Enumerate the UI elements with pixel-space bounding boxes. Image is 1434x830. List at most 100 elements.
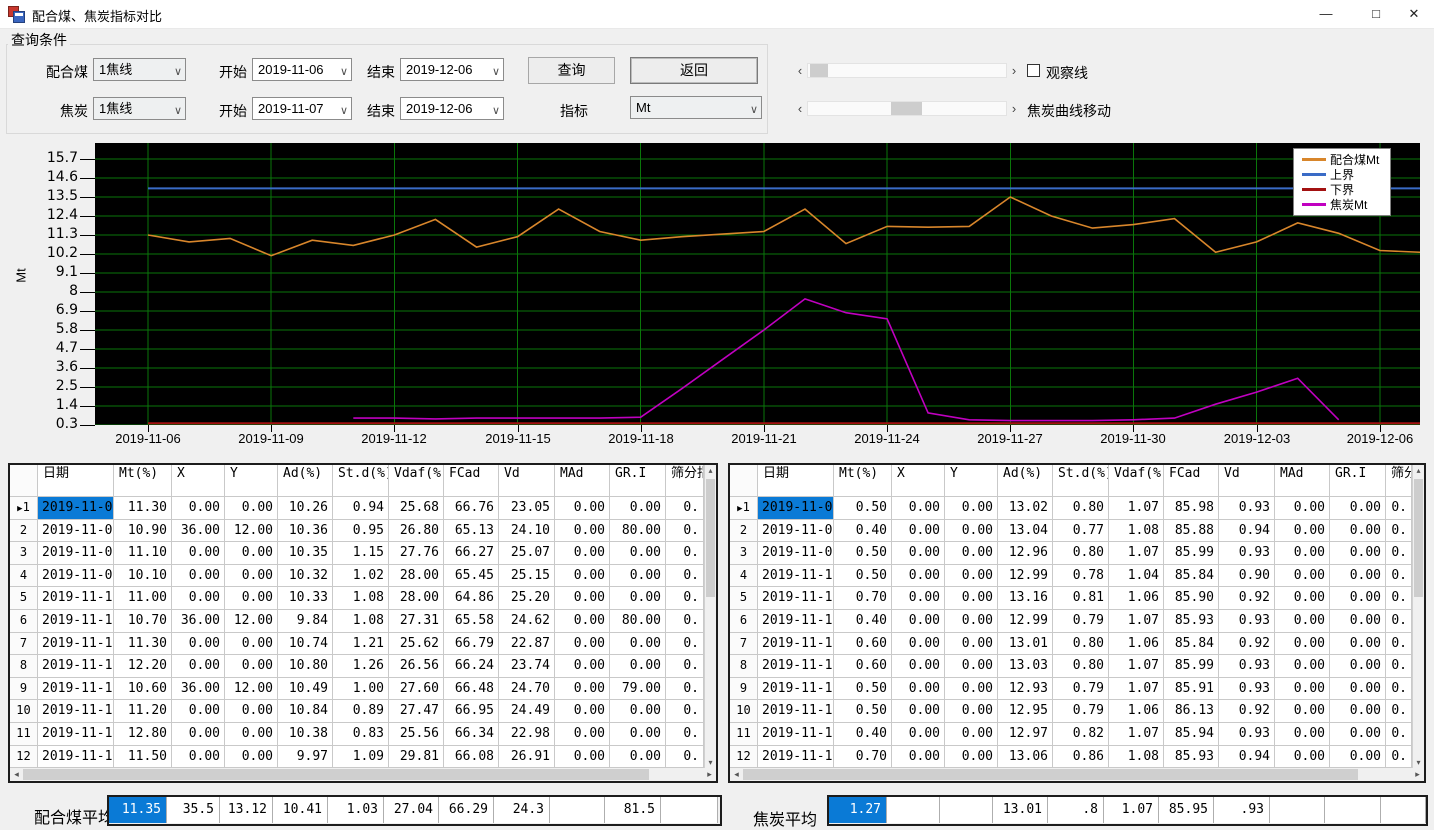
row-header[interactable]: 8 bbox=[10, 655, 38, 678]
value-cell[interactable]: 0.77 bbox=[1053, 520, 1109, 543]
row-header[interactable]: 5 bbox=[730, 587, 758, 610]
column-header[interactable]: 筛分指数 bbox=[666, 465, 704, 497]
date-cell[interactable]: 2019-11-15 bbox=[38, 700, 114, 723]
value-cell[interactable]: 1.06 bbox=[1109, 700, 1164, 723]
value-cell[interactable]: 10.70 bbox=[114, 610, 172, 633]
value-cell[interactable]: 10.90 bbox=[114, 520, 172, 543]
table-vertical-scrollbar[interactable]: ▴▾ bbox=[1412, 465, 1424, 768]
table-row[interactable]: 42019-11-0910.100.000.0010.321.0228.0065… bbox=[10, 565, 716, 588]
value-cell[interactable]: 24.10 bbox=[499, 520, 555, 543]
value-cell[interactable]: 65.58 bbox=[444, 610, 499, 633]
scroll-down-icon[interactable]: ▾ bbox=[705, 758, 716, 767]
table-row[interactable]: 52019-11-1011.000.000.0010.331.0828.0064… bbox=[10, 587, 716, 610]
date-cell[interactable]: 2019-11-12 bbox=[38, 633, 114, 656]
value-cell[interactable]: 0.00 bbox=[225, 633, 278, 656]
table-row[interactable]: 72019-11-130.600.000.0013.010.801.0685.8… bbox=[730, 633, 1424, 656]
value-cell[interactable]: 25.68 bbox=[389, 497, 444, 520]
value-cell[interactable]: 0. bbox=[666, 497, 704, 520]
value-cell[interactable]: 0.00 bbox=[1275, 678, 1330, 701]
value-cell[interactable]: 10.74 bbox=[278, 633, 333, 656]
value-cell[interactable]: 25.07 bbox=[499, 542, 555, 565]
value-cell[interactable]: 0.00 bbox=[555, 746, 610, 769]
scrollbar-thumb[interactable] bbox=[1414, 479, 1423, 597]
row-header[interactable]: 2 bbox=[10, 520, 38, 543]
row-header[interactable]: 4 bbox=[730, 565, 758, 588]
value-cell[interactable]: 0.00 bbox=[892, 633, 945, 656]
value-cell[interactable]: 0.00 bbox=[225, 655, 278, 678]
scrollbar-track[interactable] bbox=[807, 101, 1007, 116]
row-header[interactable]: 10 bbox=[730, 700, 758, 723]
value-cell[interactable]: 10.49 bbox=[278, 678, 333, 701]
value-cell[interactable]: 0.00 bbox=[1330, 520, 1386, 543]
value-cell[interactable]: 0. bbox=[666, 520, 704, 543]
value-cell[interactable]: 10.60 bbox=[114, 678, 172, 701]
value-cell[interactable]: 12.00 bbox=[225, 610, 278, 633]
date-cell[interactable]: 2019-11-15 bbox=[758, 678, 834, 701]
value-cell[interactable]: 0.00 bbox=[892, 520, 945, 543]
value-cell[interactable]: 79.00 bbox=[610, 678, 666, 701]
value-cell[interactable]: 0.95 bbox=[333, 520, 389, 543]
value-cell[interactable]: 0.00 bbox=[610, 746, 666, 769]
date-cell[interactable]: 2019-11-06 bbox=[38, 497, 114, 520]
scrollbar-track[interactable] bbox=[807, 63, 1007, 78]
value-cell[interactable]: 12.20 bbox=[114, 655, 172, 678]
value-cell[interactable]: 0.00 bbox=[610, 633, 666, 656]
value-cell[interactable]: 0.00 bbox=[555, 700, 610, 723]
value-cell[interactable]: 0.00 bbox=[945, 633, 998, 656]
value-cell[interactable]: 1.07 bbox=[1109, 497, 1164, 520]
value-cell[interactable]: 0.93 bbox=[1219, 497, 1275, 520]
value-cell[interactable]: 1.00 bbox=[333, 678, 389, 701]
table-row[interactable]: 62019-11-120.400.000.0012.990.791.0785.9… bbox=[730, 610, 1424, 633]
value-cell[interactable]: 85.94 bbox=[1164, 723, 1219, 746]
value-cell[interactable]: 0.00 bbox=[1275, 565, 1330, 588]
value-cell[interactable]: 0. bbox=[1386, 746, 1412, 769]
value-cell[interactable]: 23.05 bbox=[499, 497, 555, 520]
value-cell[interactable]: 23.74 bbox=[499, 655, 555, 678]
date-cell[interactable]: 2019-11-07 bbox=[38, 520, 114, 543]
value-cell[interactable]: 0.86 bbox=[1053, 746, 1109, 769]
value-cell[interactable]: 85.84 bbox=[1164, 633, 1219, 656]
value-cell[interactable]: 10.32 bbox=[278, 565, 333, 588]
scrollbar-track[interactable] bbox=[743, 768, 1411, 781]
value-cell[interactable]: 1.08 bbox=[333, 587, 389, 610]
value-cell[interactable]: 0.00 bbox=[225, 700, 278, 723]
value-cell[interactable]: 11.50 bbox=[114, 746, 172, 769]
coke-curve-shift-scrollbar[interactable]: ‹ › bbox=[793, 100, 1021, 117]
value-cell[interactable]: 0.50 bbox=[834, 565, 892, 588]
value-cell[interactable]: 0. bbox=[666, 655, 704, 678]
value-cell[interactable]: 0.00 bbox=[172, 633, 225, 656]
value-cell[interactable]: 0.00 bbox=[1275, 655, 1330, 678]
value-cell[interactable]: 0. bbox=[666, 746, 704, 769]
value-cell[interactable]: 0.82 bbox=[1053, 723, 1109, 746]
value-cell[interactable]: 0.80 bbox=[1053, 655, 1109, 678]
column-header[interactable]: Ad(%) bbox=[278, 465, 333, 497]
value-cell[interactable]: 0.00 bbox=[225, 497, 278, 520]
value-cell[interactable]: 0.00 bbox=[1275, 520, 1330, 543]
value-cell[interactable]: 12.96 bbox=[998, 542, 1053, 565]
table-row[interactable]: 92019-11-150.500.000.0012.930.791.0785.9… bbox=[730, 678, 1424, 701]
scroll-left-icon[interactable]: ‹ bbox=[793, 62, 807, 79]
value-cell[interactable]: 24.62 bbox=[499, 610, 555, 633]
close-button[interactable]: ✕ bbox=[1394, 0, 1434, 28]
value-cell[interactable]: 66.79 bbox=[444, 633, 499, 656]
value-cell[interactable]: 0.00 bbox=[172, 497, 225, 520]
value-cell[interactable]: 26.91 bbox=[499, 746, 555, 769]
date-cell[interactable]: 2019-11-17 bbox=[758, 723, 834, 746]
blend-coal-start-date[interactable]: 2019-11-06 ∨ bbox=[252, 58, 352, 81]
row-header[interactable]: 4 bbox=[10, 565, 38, 588]
row-header[interactable]: 9 bbox=[10, 678, 38, 701]
value-cell[interactable]: 0.00 bbox=[555, 587, 610, 610]
value-cell[interactable]: 66.27 bbox=[444, 542, 499, 565]
table-row[interactable]: 72019-11-1211.300.000.0010.741.2125.6266… bbox=[10, 633, 716, 656]
query-button[interactable]: 查询 bbox=[528, 57, 615, 84]
value-cell[interactable]: 0.00 bbox=[1330, 542, 1386, 565]
value-cell[interactable]: 85.90 bbox=[1164, 587, 1219, 610]
date-cell[interactable]: 2019-11-17 bbox=[38, 746, 114, 769]
indicator-select[interactable]: Mt ∨ bbox=[630, 96, 762, 119]
minimize-button[interactable]: — bbox=[1306, 0, 1346, 28]
coke-start-date[interactable]: 2019-11-07 ∨ bbox=[252, 97, 352, 120]
date-cell[interactable]: 2019-11-12 bbox=[758, 610, 834, 633]
value-cell[interactable]: 0.00 bbox=[1330, 497, 1386, 520]
row-header[interactable]: 9 bbox=[730, 678, 758, 701]
value-cell[interactable]: 1.26 bbox=[333, 655, 389, 678]
